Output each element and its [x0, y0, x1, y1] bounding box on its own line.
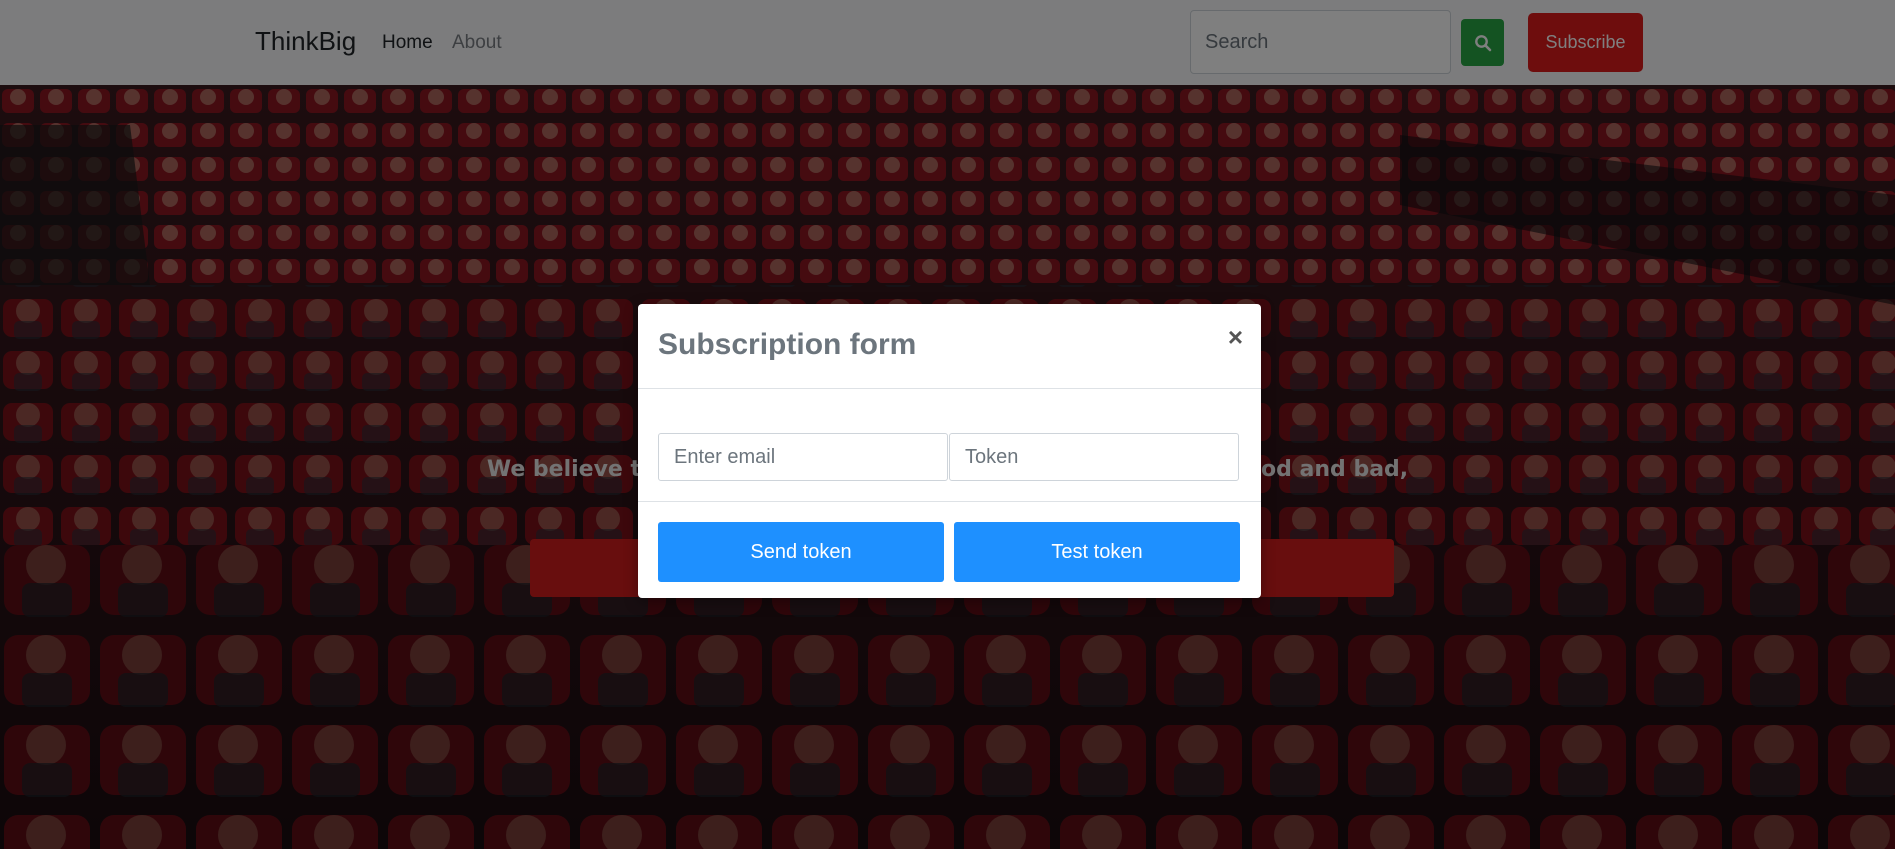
token-field[interactable]	[949, 433, 1239, 481]
send-token-button[interactable]: Send token	[658, 522, 944, 582]
email-field[interactable]	[658, 433, 948, 481]
test-token-button[interactable]: Test token	[954, 522, 1240, 582]
modal-footer: Send token Test token	[638, 502, 1261, 598]
modal-body	[638, 389, 1261, 502]
close-icon[interactable]: ×	[1228, 324, 1243, 350]
page: ThinkBig Home About Subscribe	[0, 0, 1895, 849]
modal-title: Subscription form	[658, 328, 917, 361]
modal-header: Subscription form ×	[638, 304, 1261, 389]
subscription-modal: Subscription form × Send token Test toke…	[638, 304, 1261, 598]
